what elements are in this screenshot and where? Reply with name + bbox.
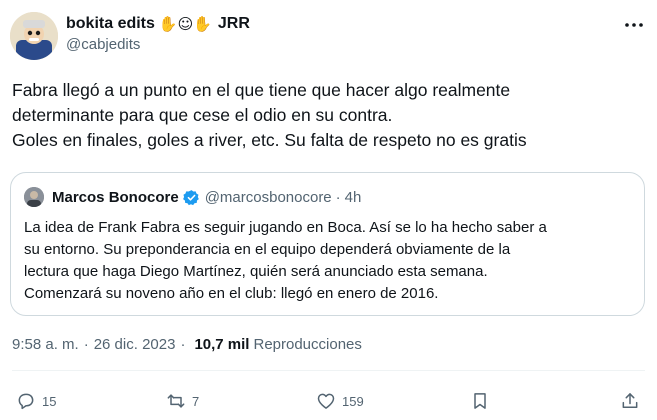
tweet-header: bokita edits ✋☺✋ JRR @cabjedits: [66, 13, 250, 53]
tweet-line: determinante para que cese el odio en su…: [12, 105, 393, 125]
quoted-separator: ·: [335, 188, 341, 206]
like-count: 159: [342, 393, 364, 409]
tweet-text: Fabra llegó a un punto en el que tiene q…: [12, 78, 642, 153]
bookmark-button[interactable]: [470, 390, 490, 412]
share-button[interactable]: [620, 390, 640, 412]
quoted-tweet[interactable]: Marcos Bonocore @marcosbonocore · 4h La …: [10, 172, 645, 316]
tweet-time[interactable]: 9:58 a. m.: [12, 336, 79, 353]
views-label: Reproducciones: [253, 336, 362, 353]
author-avatar[interactable]: [10, 12, 58, 60]
author-name-row: bokita edits ✋☺✋ JRR: [66, 13, 250, 35]
quoted-line: Comenzará su noveno año en el club: lleg…: [24, 285, 439, 302]
views-count: 10,7 mil: [194, 336, 250, 353]
quoted-header: Marcos Bonocore @marcosbonocore · 4h: [52, 187, 361, 207]
quoted-author-handle: @marcosbonocore: [204, 188, 332, 206]
quoted-time: 4h: [344, 188, 362, 206]
quoted-line: su entorno. Su preponderancia en el equi…: [24, 241, 511, 258]
quoted-line: lectura que haga Diego Martínez, quién s…: [24, 263, 488, 280]
meta-separator-2: ·: [180, 336, 186, 353]
more-options-button[interactable]: [623, 18, 645, 32]
tweet-date[interactable]: 26 dic. 2023: [94, 336, 176, 353]
author-display-name[interactable]: bokita edits: [66, 15, 155, 33]
divider: [12, 370, 645, 371]
quoted-line: La idea de Frank Fabra es seguir jugando…: [24, 219, 547, 236]
share-icon: [622, 393, 638, 408]
tweet-line: Fabra llegó a un punto en el que tiene q…: [12, 80, 511, 100]
retweet-count: 7: [192, 393, 200, 409]
verified-icon: [182, 189, 199, 205]
tweet-meta: 9:58 a. m. · 26 dic. 2023 · 10,7 mil Rep…: [12, 336, 362, 353]
bookmark-icon: [474, 393, 486, 409]
quoted-author-avatar: [24, 187, 44, 207]
tweet-line: Goles en finales, goles a river, etc. Su…: [12, 130, 527, 150]
author-handle[interactable]: @cabjedits: [66, 36, 250, 53]
reply-count: 15: [42, 393, 57, 409]
like-button[interactable]: 159: [316, 390, 364, 412]
like-icon: [317, 393, 335, 409]
retweet-button[interactable]: 7: [166, 390, 199, 412]
quoted-text: La idea de Frank Fabra es seguir jugando…: [24, 217, 634, 305]
meta-separator: ·: [83, 336, 89, 353]
more-icon: [625, 23, 643, 27]
author-name-suffix[interactable]: JRR: [218, 15, 250, 33]
reply-button[interactable]: 15: [16, 390, 56, 412]
author-emojis: ✋☺✋: [158, 15, 212, 33]
retweet-icon: [167, 394, 185, 408]
action-bar: 15 7 159: [0, 390, 657, 418]
reply-icon: [18, 393, 34, 410]
quoted-author-name: Marcos Bonocore: [52, 188, 179, 206]
